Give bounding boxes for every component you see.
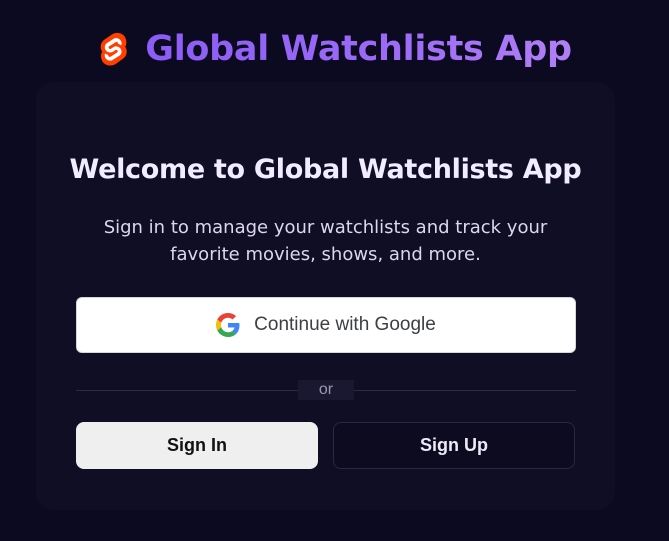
google-button-label: Continue with Google (254, 314, 436, 335)
google-icon (216, 313, 240, 337)
welcome-subtitle: Sign in to manage your watchlists and tr… (103, 217, 548, 265)
sign-in-button[interactable]: Sign In (76, 422, 318, 469)
sign-up-button[interactable]: Sign Up (333, 422, 575, 469)
app-header: Global Watchlists App (0, 24, 669, 74)
app-title: Global Watchlists App (145, 24, 572, 74)
svelte-logo-icon (100, 32, 128, 66)
continue-with-google-button[interactable]: Continue with Google (76, 297, 576, 353)
login-page: Global Watchlists App Welcome to Global … (0, 0, 669, 541)
login-card: Welcome to Global Watchlists App Sign in… (36, 82, 615, 510)
welcome-heading: Welcome to Global Watchlists App (69, 154, 582, 185)
divider-or-label: or (298, 380, 354, 400)
